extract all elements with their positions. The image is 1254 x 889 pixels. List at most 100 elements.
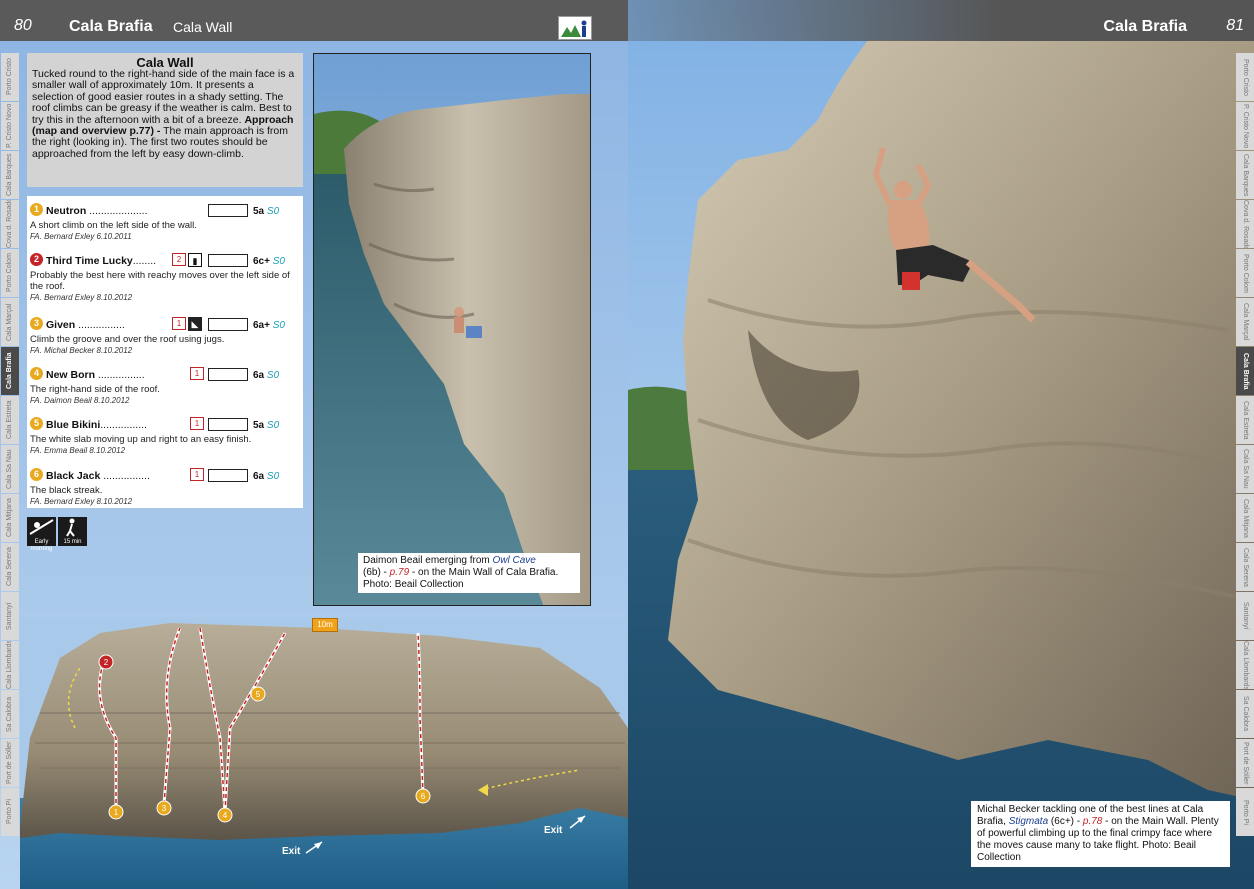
topo-marker-6: 6 <box>415 788 431 804</box>
cliff-photo-graphic <box>314 54 590 605</box>
route-number-marker: 3 <box>30 317 43 330</box>
right-page: Cala Brafia 81 Porto Cristo P. Cristo No… <box>628 0 1254 889</box>
route-number-marker: 4 <box>30 367 43 380</box>
first-ascent: FA. Daimon Beail 8.10.2012 <box>30 396 130 405</box>
left-thumb-tabs: Porto Cristo P. Cristo Novo Cala Barques… <box>1 53 19 837</box>
tick-box[interactable] <box>208 204 248 217</box>
thumb-tab[interactable]: Porto Cristo <box>1 53 19 101</box>
thumb-tab[interactable]: Cova d. Rosador <box>1236 200 1254 248</box>
thumb-tab[interactable]: Cala Mitjana <box>1236 494 1254 542</box>
thumb-tab[interactable]: Cala Estreta <box>1236 396 1254 444</box>
thumb-tab[interactable]: Port de Sóller <box>1236 739 1254 787</box>
first-ascent: FA. Bernard Exley 6.10.2011 <box>30 232 132 241</box>
thumb-tab[interactable]: Cala Llombards <box>1236 641 1254 689</box>
route-description: Probably the best here with reachy moves… <box>30 270 302 303</box>
left-page-number: 80 <box>14 17 32 34</box>
route-name: Third Time Lucky........ <box>46 255 157 267</box>
thumb-tab[interactable]: Santanyí <box>1236 592 1254 640</box>
first-ascent: FA. Bernard Exley 8.10.2012 <box>30 293 133 302</box>
first-ascent: FA. Bernard Exley 8.10.2012 <box>30 497 133 506</box>
svg-text:4: 4 <box>223 811 228 820</box>
thumb-tab[interactable]: Sa Calobra <box>1 690 19 738</box>
topo-marker-5: 5 <box>250 686 266 702</box>
thumb-tab[interactable]: Porto Pi <box>1 788 19 836</box>
svg-text:3: 3 <box>162 804 167 813</box>
route-number-marker: 5 <box>30 417 43 430</box>
thumb-tab-active[interactable]: Cala Brafia <box>1236 347 1254 395</box>
thumb-tab[interactable]: Sa Calobra <box>1236 690 1254 738</box>
route-description: Climb the groove and over the roof using… <box>30 334 302 356</box>
star-rating-icon: 1 <box>172 317 186 330</box>
right-thumb-tabs: Porto Cristo P. Cristo Novo Cala Barques… <box>1236 53 1254 837</box>
route-number-marker: 2 <box>30 253 43 266</box>
tick-box[interactable] <box>208 418 248 431</box>
thumb-tab[interactable]: Cala Sa Nau <box>1 445 19 493</box>
topo-marker-1: 1 <box>108 804 124 820</box>
climber-overhang-photo <box>628 0 1254 889</box>
crimpy-icon: ▮ <box>188 253 202 267</box>
tick-box[interactable] <box>208 469 248 482</box>
star-rating-icon: 1 <box>190 367 204 380</box>
photo-caption: Daimon Beail emerging from Owl Cave (6b)… <box>358 553 580 593</box>
topo-diagram: 1 2 3 4 5 6 <box>20 618 628 889</box>
right-page-header: Cala Brafia 81 <box>628 0 1254 41</box>
exit-label: Exit <box>282 846 301 857</box>
left-page: 80 Cala Brafia Cala Wall Porto Cristo P.… <box>0 0 628 889</box>
tick-box[interactable] <box>208 318 248 331</box>
left-page-title: Cala Brafia <box>69 18 153 35</box>
thumb-tab[interactable]: Cala Barques <box>1236 151 1254 199</box>
thumb-tab[interactable]: Cala Estreta <box>1 396 19 444</box>
thumb-tab[interactable]: P. Cristo Novo <box>1 102 19 150</box>
route-name: Neutron .................... <box>46 205 148 217</box>
topo-marker-3: 3 <box>156 800 172 816</box>
route-name: Black Jack ................ <box>46 470 150 482</box>
route-number-marker: 1 <box>30 203 43 216</box>
thumb-tab[interactable]: Cala Marçal <box>1 298 19 346</box>
right-page-title: Cala Brafia <box>1103 18 1187 35</box>
walk-in-icon: 15 min <box>58 517 87 546</box>
svg-text:2: 2 <box>104 658 109 667</box>
route-name: Blue Bikini................ <box>46 419 147 431</box>
thumb-tab[interactable]: Cova d. Rosador <box>1 200 19 248</box>
thumb-tab[interactable]: Cala Llombards <box>1 641 19 689</box>
svg-text:6: 6 <box>421 792 426 801</box>
right-page-number: 81 <box>1226 17 1244 34</box>
star-rating-icon: 1 <box>190 468 204 481</box>
route-list: 1 Neutron .................... 5a S0 A s… <box>27 196 303 508</box>
star-rating-icon: 1 <box>190 417 204 430</box>
early-morning-sun-icon: Early morning <box>27 517 56 552</box>
route-grade: 6a S0 <box>253 370 280 381</box>
route-grade: 5a S0 <box>253 420 280 431</box>
tick-box[interactable] <box>208 254 248 267</box>
thumb-tab[interactable]: Porto Pi <box>1236 788 1254 836</box>
thumb-tab[interactable]: Port de Sóller <box>1 739 19 787</box>
thumb-tab[interactable]: P. Cristo Novo <box>1236 102 1254 150</box>
thumb-tab[interactable]: Porto Colom <box>1236 249 1254 297</box>
svg-text:1: 1 <box>114 808 119 817</box>
thumb-tab[interactable]: Porto Cristo <box>1236 53 1254 101</box>
first-ascent: FA. Michal Becker 8.10.2012 <box>30 346 133 355</box>
route-number-marker: 6 <box>30 468 43 481</box>
left-page-header: 80 Cala Brafia Cala Wall <box>0 0 628 41</box>
route-grade: 6a S0 <box>253 471 280 482</box>
left-page-subtitle: Cala Wall <box>173 19 233 35</box>
route-description: The white slab moving up and right to an… <box>30 434 302 456</box>
thumb-tab[interactable]: Cala Serena <box>1236 543 1254 591</box>
topo-marker-4: 4 <box>217 807 233 823</box>
thumb-tab[interactable]: Cala Mitjana <box>1 494 19 542</box>
thumb-tab-active[interactable]: Cala Brafia <box>1 347 19 395</box>
route-name: Given ................ <box>46 319 125 331</box>
tick-box[interactable] <box>208 368 248 381</box>
thumb-tab[interactable]: Cala Barques <box>1 151 19 199</box>
thumb-tab[interactable]: Cala Marçal <box>1236 298 1254 346</box>
thumb-tab[interactable]: Santanyí <box>1 592 19 640</box>
route-grade: 5a S0 <box>253 206 280 217</box>
route-description: The right-hand side of the roof. FA. Daim… <box>30 384 302 406</box>
exit-label: Exit <box>544 825 563 836</box>
thumb-tab[interactable]: Cala Sa Nau <box>1236 445 1254 493</box>
thumb-tab[interactable]: Porto Colom <box>1 249 19 297</box>
route-grade: 6a+ S0 <box>253 320 285 331</box>
star-rating-icon: 2 <box>172 253 186 266</box>
first-ascent: FA. Emma Beail 8.10.2012 <box>30 446 126 455</box>
thumb-tab[interactable]: Cala Serena <box>1 543 19 591</box>
